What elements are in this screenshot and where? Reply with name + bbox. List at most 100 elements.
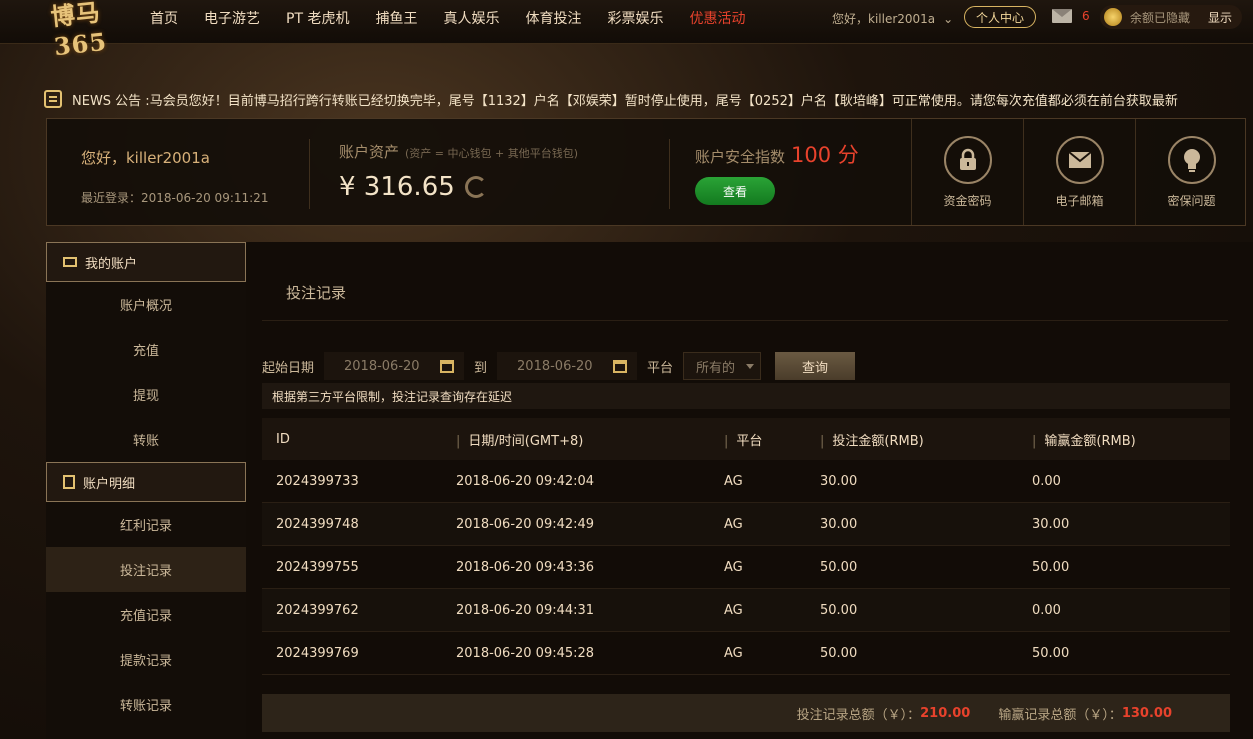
table-row: 2024399755 2018-06-20 09:43:36 AG 50.00 … (262, 546, 1230, 589)
cell-platform: AG (724, 516, 743, 532)
cell-bet: 50.00 (820, 602, 858, 618)
cell-id: 2024399733 (276, 473, 359, 489)
mail-button[interactable]: 6 (1052, 9, 1090, 23)
cell-id: 2024399748 (276, 516, 359, 532)
start-date-value: 2018-06-20 (344, 358, 420, 374)
email-tile[interactable]: 电子邮箱 (1023, 119, 1135, 225)
cell-platform: AG (724, 559, 743, 575)
start-date-input[interactable]: 2018-06-20 (324, 352, 465, 380)
total-win-value: 130.00 (1121, 705, 1172, 721)
divider (669, 139, 670, 209)
lock-icon (943, 135, 992, 184)
start-date-label: 起始日期 (262, 360, 315, 376)
assets-note: (资产 = 中心钱包 + 其他平台钱包) (405, 147, 579, 160)
cell-win: 50.00 (1032, 645, 1070, 661)
wallet-icon (63, 257, 77, 267)
sidebar: 我的账户 账户概况 充值 提现 转账 账户明细 红利记录 投注记录 充值记录 提… (46, 242, 246, 739)
security-score: 100 分 (791, 143, 859, 167)
balance-hidden-text: 余额已隐藏 (1130, 10, 1191, 25)
totals-bar: 投注记录总额（￥）： 210.00 输赢记录总额（￥）： 130.00 (262, 694, 1230, 732)
sidebar-item-transfer-records[interactable]: 转账记录 (46, 682, 246, 727)
top-bar: 博马365 首页 电子游艺 PT 老虎机 捕鱼王 真人娱乐 体育投注 彩票娱乐 … (0, 0, 1253, 61)
personal-center-button[interactable]: 个人中心 (964, 6, 1036, 28)
cell-bet: 50.00 (820, 645, 858, 661)
platform-select[interactable]: 所有的 (683, 352, 762, 380)
sidebar-section-account-details[interactable]: 账户明细 (46, 462, 246, 502)
show-balance-button[interactable]: 显示 (1208, 9, 1232, 26)
end-date-input[interactable]: 2018-06-20 (497, 352, 638, 380)
security-question-tile[interactable]: 密保问题 (1135, 119, 1247, 225)
col-win-amount: | 输赢金额(RMB) (1032, 433, 1136, 449)
nav-egames[interactable]: 电子游艺 (204, 8, 260, 28)
sidebar-item-bet-records[interactable]: 投注记录 (46, 547, 246, 592)
balance-widget: 余额已隐藏 显示 (1100, 5, 1242, 29)
filter-bar: 起始日期 2018-06-20 到 2018-06-20 平台 所有的 查询 (262, 352, 856, 380)
page-title: 投注记录 (286, 284, 347, 302)
col-platform: | 平台 (724, 433, 763, 449)
email-label: 电子邮箱 (1055, 193, 1104, 208)
to-label: 到 (474, 360, 488, 376)
account-summary: 您好，killer2001a 最近登录：2018-06-20 09:11:21 … (46, 118, 1246, 226)
sidebar-item-overview[interactable]: 账户概况 (46, 282, 246, 327)
table-row: 2024399733 2018-06-20 09:42:04 AG 30.00 … (262, 460, 1230, 503)
security-tiles: 资金密码 电子邮箱 密保问题 (911, 119, 1247, 225)
lightbulb-icon (1167, 135, 1216, 184)
nav-fishing[interactable]: 捕鱼王 (375, 8, 417, 28)
cell-bet: 30.00 (820, 473, 858, 489)
sidebar-item-deposit-records[interactable]: 充值记录 (46, 592, 246, 637)
view-security-button[interactable]: 查看 (695, 177, 775, 205)
table-row: 2024399769 2018-06-20 09:45:28 AG 50.00 … (262, 632, 1230, 675)
calendar-icon[interactable] (613, 359, 628, 373)
security-block: 账户安全指数 100 分 查看 (695, 139, 859, 205)
nav-pt-slots[interactable]: PT 老虎机 (286, 8, 349, 28)
sidebar-item-withdraw[interactable]: 提现 (46, 372, 246, 417)
assets-block: 账户资产 (资产 = 中心钱包 + 其他平台钱包) ¥ 316.65 (339, 141, 578, 202)
mail-icon (1052, 9, 1072, 23)
user-menu[interactable]: 您好，killer2001a ⌄ (832, 10, 953, 27)
sidebar-item-bonus-records[interactable]: 红利记录 (46, 502, 246, 547)
logo-text: 博马365 (49, 0, 109, 62)
platform-value: 所有的 (696, 360, 736, 376)
col-id: ID (276, 431, 290, 447)
envelope-icon (1055, 135, 1104, 184)
sidebar-item-withdraw-records[interactable]: 提款记录 (46, 637, 246, 682)
fund-password-label: 资金密码 (943, 193, 992, 208)
cell-win: 0.00 (1032, 602, 1061, 618)
cell-id: 2024399762 (276, 602, 359, 618)
assets-amount: ¥ 316.65 (339, 172, 455, 202)
table-row: 2024399762 2018-06-20 09:44:31 AG 50.00 … (262, 589, 1230, 632)
platform-label: 平台 (647, 360, 674, 376)
calculator-icon (63, 475, 75, 489)
calendar-icon[interactable] (440, 359, 455, 373)
nav-sports[interactable]: 体育投注 (525, 8, 581, 28)
cell-platform: AG (724, 473, 743, 489)
cell-platform: AG (724, 602, 743, 618)
assets-label: 账户资产 (339, 143, 400, 161)
cell-datetime: 2018-06-20 09:43:36 (456, 559, 595, 575)
refresh-icon[interactable] (464, 176, 487, 198)
nav-live-casino[interactable]: 真人娱乐 (443, 8, 499, 28)
nav-promotions[interactable]: 优惠活动 (689, 8, 745, 28)
total-bet-label: 投注记录总额（￥）： (796, 707, 921, 723)
total-win-label: 输赢记录总额（￥）： (998, 707, 1122, 723)
records-table-body: 2024399733 2018-06-20 09:42:04 AG 30.00 … (262, 460, 1230, 675)
cell-bet: 50.00 (820, 559, 858, 575)
main-content: 投注记录 起始日期 2018-06-20 到 2018-06-20 平台 所有的… (246, 242, 1253, 739)
delay-hint: 根据第三方平台限制，投注记录查询存在延迟 (262, 383, 1230, 409)
sidebar-item-transfer[interactable]: 转账 (46, 417, 246, 462)
site-logo[interactable]: 博马365 (49, 0, 136, 61)
fund-password-tile[interactable]: 资金密码 (911, 119, 1023, 225)
divider (262, 320, 1228, 321)
query-button[interactable]: 查询 (775, 352, 856, 380)
section-label: 我的账户 (85, 256, 138, 272)
cell-id: 2024399755 (276, 559, 359, 575)
chevron-down-icon: ⌄ (943, 12, 954, 26)
cell-id: 2024399769 (276, 645, 359, 661)
sidebar-section-my-account[interactable]: 我的账户 (46, 242, 246, 282)
cell-win: 50.00 (1032, 559, 1070, 575)
nav-home[interactable]: 首页 (150, 8, 178, 28)
cell-win: 0.00 (1032, 473, 1061, 489)
nav-lottery[interactable]: 彩票娱乐 (607, 8, 663, 28)
cell-datetime: 2018-06-20 09:42:04 (456, 473, 595, 489)
sidebar-item-deposit[interactable]: 充值 (46, 327, 246, 372)
